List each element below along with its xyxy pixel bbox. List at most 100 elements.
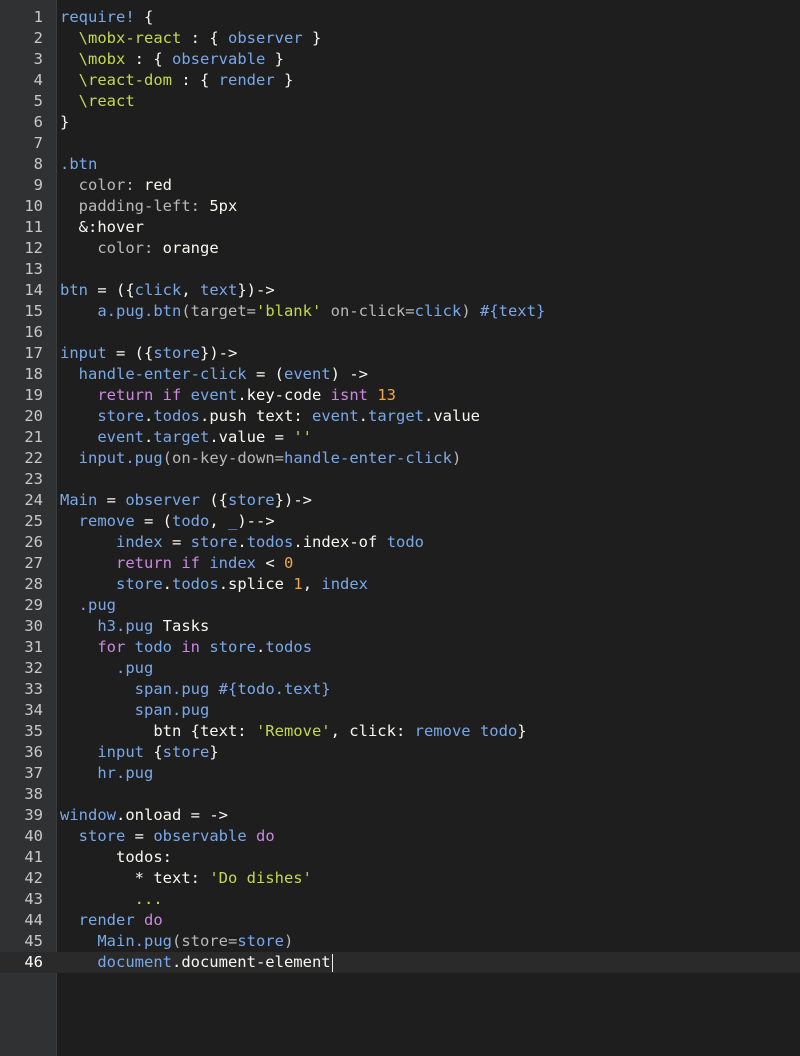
code-line[interactable]: 24 Main = observer ({store})-> [0, 490, 800, 511]
line-text[interactable]: return if index < 0 [60, 553, 293, 574]
code-line[interactable]: 1 require! { [0, 7, 800, 28]
code-line[interactable]: 25 remove = (todo, _)--> [0, 511, 800, 532]
line-text[interactable]: a.pug.btn(target='blank' on-click=click)… [60, 301, 545, 322]
line-text[interactable]: store.todos.splice 1, index [60, 574, 368, 595]
code-line[interactable]: 39 window.onload = -> [0, 805, 800, 826]
code-line[interactable]: 22 input.pug(on-key-down=handle-enter-cl… [0, 448, 800, 469]
line-text[interactable]: span.pug [60, 700, 210, 721]
code-line[interactable]: 23 [0, 469, 800, 490]
code-line[interactable]: 7 [0, 133, 800, 154]
code-line[interactable]: 16 [0, 322, 800, 343]
line-text[interactable]: ... [60, 889, 163, 910]
code-token: 'Do dishes' [209, 869, 312, 887]
line-text[interactable]: .pug [60, 658, 153, 679]
code-line[interactable]: 4 \react-dom : { render } [0, 70, 800, 91]
code-token: span.pug [134, 680, 210, 698]
line-text[interactable]: &:hover [60, 217, 144, 238]
code-token: . [144, 428, 154, 446]
code-line[interactable]: 26 index = store.todos.index-of todo [0, 532, 800, 553]
line-text[interactable]: for todo in store.todos [60, 637, 312, 658]
line-text[interactable]: \mobx : { observable } [60, 49, 284, 70]
code-line[interactable]: 29 .pug [0, 595, 800, 616]
code-token: })-> [200, 344, 238, 362]
line-text[interactable]: handle-enter-click = (event) -> [60, 364, 368, 385]
code-line[interactable]: 34 span.pug [0, 700, 800, 721]
code-line[interactable]: 27 return if index < 0 [0, 553, 800, 574]
code-line[interactable]: 33 span.pug #{todo.text} [0, 679, 800, 700]
line-text[interactable]: * text: 'Do dishes' [60, 868, 312, 889]
line-text[interactable]: input {store} [60, 742, 218, 763]
line-text[interactable]: todos: [60, 847, 172, 868]
line-text[interactable]: color: orange [60, 238, 218, 259]
code-line[interactable]: 14 btn = ({click, text})-> [0, 280, 800, 301]
line-text[interactable]: hr.pug [60, 763, 153, 784]
line-text[interactable]: input = ({store})-> [60, 343, 237, 364]
code-line[interactable]: 31 for todo in store.todos [0, 637, 800, 658]
code-line[interactable]: 19 return if event.key-code isnt 13 [0, 385, 800, 406]
line-text[interactable]: color: red [60, 175, 172, 196]
line-text[interactable]: input.pug(on-key-down=handle-enter-click… [60, 448, 462, 469]
code-line[interactable]: 2 \mobx-react : { observer } [0, 28, 800, 49]
line-text[interactable]: document.document-element [60, 952, 333, 973]
code-line[interactable]: 37 hr.pug [0, 763, 800, 784]
code-token: store [227, 491, 275, 509]
line-text[interactable]: remove = (todo, _)--> [60, 511, 275, 532]
code-line[interactable]: 10 padding-left: 5px [0, 196, 800, 217]
line-text[interactable]: Main = observer ({store})-> [60, 490, 312, 511]
code-line[interactable]: 18 handle-enter-click = (event) -> [0, 364, 800, 385]
line-text[interactable]: store.todos.push text: event.target.valu… [60, 406, 480, 427]
line-text[interactable]: return if event.key-code isnt 13 [60, 385, 396, 406]
code-line[interactable]: 11 &:hover [0, 217, 800, 238]
code-line[interactable]: 30 h3.pug Tasks [0, 616, 800, 637]
code-line[interactable]: 15 a.pug.btn(target='blank' on-click=cli… [0, 301, 800, 322]
line-text[interactable]: Main.pug(store=store) [60, 931, 293, 952]
code-line[interactable]: 46 document.document-element [0, 952, 800, 973]
line-text[interactable]: \react-dom : { render } [60, 70, 294, 91]
code-line[interactable]: 43 ... [0, 889, 800, 910]
code-editor[interactable]: 1 require! {2 \mobx-react : { observer } 3… [0, 0, 800, 1056]
code-token: '' [293, 428, 313, 446]
code-line[interactable]: 12 color: orange [0, 238, 800, 259]
code-line[interactable]: 35 btn {text: 'Remove', click: remove to… [0, 721, 800, 742]
code-line[interactable]: 20 store.todos.push text: event.target.v… [0, 406, 800, 427]
code-line[interactable]: 5 \react [0, 91, 800, 112]
code-line[interactable]: 45 Main.pug(store=store) [0, 931, 800, 952]
line-text[interactable]: } [60, 112, 69, 133]
code-line[interactable]: 32 .pug [0, 658, 800, 679]
line-text[interactable]: btn = ({click, text})-> [60, 280, 275, 301]
code-line[interactable]: 8 .btn [0, 154, 800, 175]
code-line[interactable]: 3 \mobx : { observable } [0, 49, 800, 70]
code-token: 13 [377, 386, 397, 404]
line-text[interactable]: window.onload = -> [60, 805, 228, 826]
code-line[interactable]: 44 render do [0, 910, 800, 931]
line-text[interactable]: .btn [60, 154, 97, 175]
code-line[interactable]: 28 store.todos.splice 1, index [0, 574, 800, 595]
line-number: 34 [24, 701, 43, 719]
line-text[interactable]: \react [60, 91, 135, 112]
line-text[interactable]: event.target.value = '' [60, 427, 312, 448]
line-text[interactable]: require! { [60, 7, 153, 28]
line-text[interactable]: padding-left: 5px [60, 196, 238, 217]
code-line[interactable]: 6} [0, 112, 800, 133]
code-line[interactable]: 36 input {store} [0, 742, 800, 763]
line-text[interactable]: \mobx-react : { observer } [60, 28, 322, 49]
code-token: index [116, 533, 163, 551]
code-line[interactable]: 41 todos: [0, 847, 800, 868]
code-line[interactable]: 40 store = observable do [0, 826, 800, 847]
line-number: 5 [33, 92, 43, 110]
line-text[interactable]: btn {text: 'Remove', click: remove todo} [60, 721, 526, 742]
code-token: : { [181, 29, 228, 47]
code-line[interactable]: 13 [0, 259, 800, 280]
code-line[interactable]: 38 [0, 784, 800, 805]
line-text[interactable]: render do [60, 910, 163, 931]
code-line[interactable]: 17 input = ({store})-> [0, 343, 800, 364]
line-text[interactable]: store = observable do [60, 826, 275, 847]
line-text[interactable]: span.pug #{todo.text} [60, 679, 331, 700]
line-text[interactable]: .pug [60, 595, 116, 616]
line-text[interactable]: h3.pug Tasks [60, 616, 209, 637]
line-text[interactable]: index = store.todos.index-of todo [60, 532, 424, 553]
code-line[interactable]: 42 * text: 'Do dishes' [0, 868, 800, 889]
code-line[interactable]: 21 event.target.value = '' [0, 427, 800, 448]
line-number: 31 [24, 638, 43, 656]
code-line[interactable]: 9 color: red [0, 175, 800, 196]
